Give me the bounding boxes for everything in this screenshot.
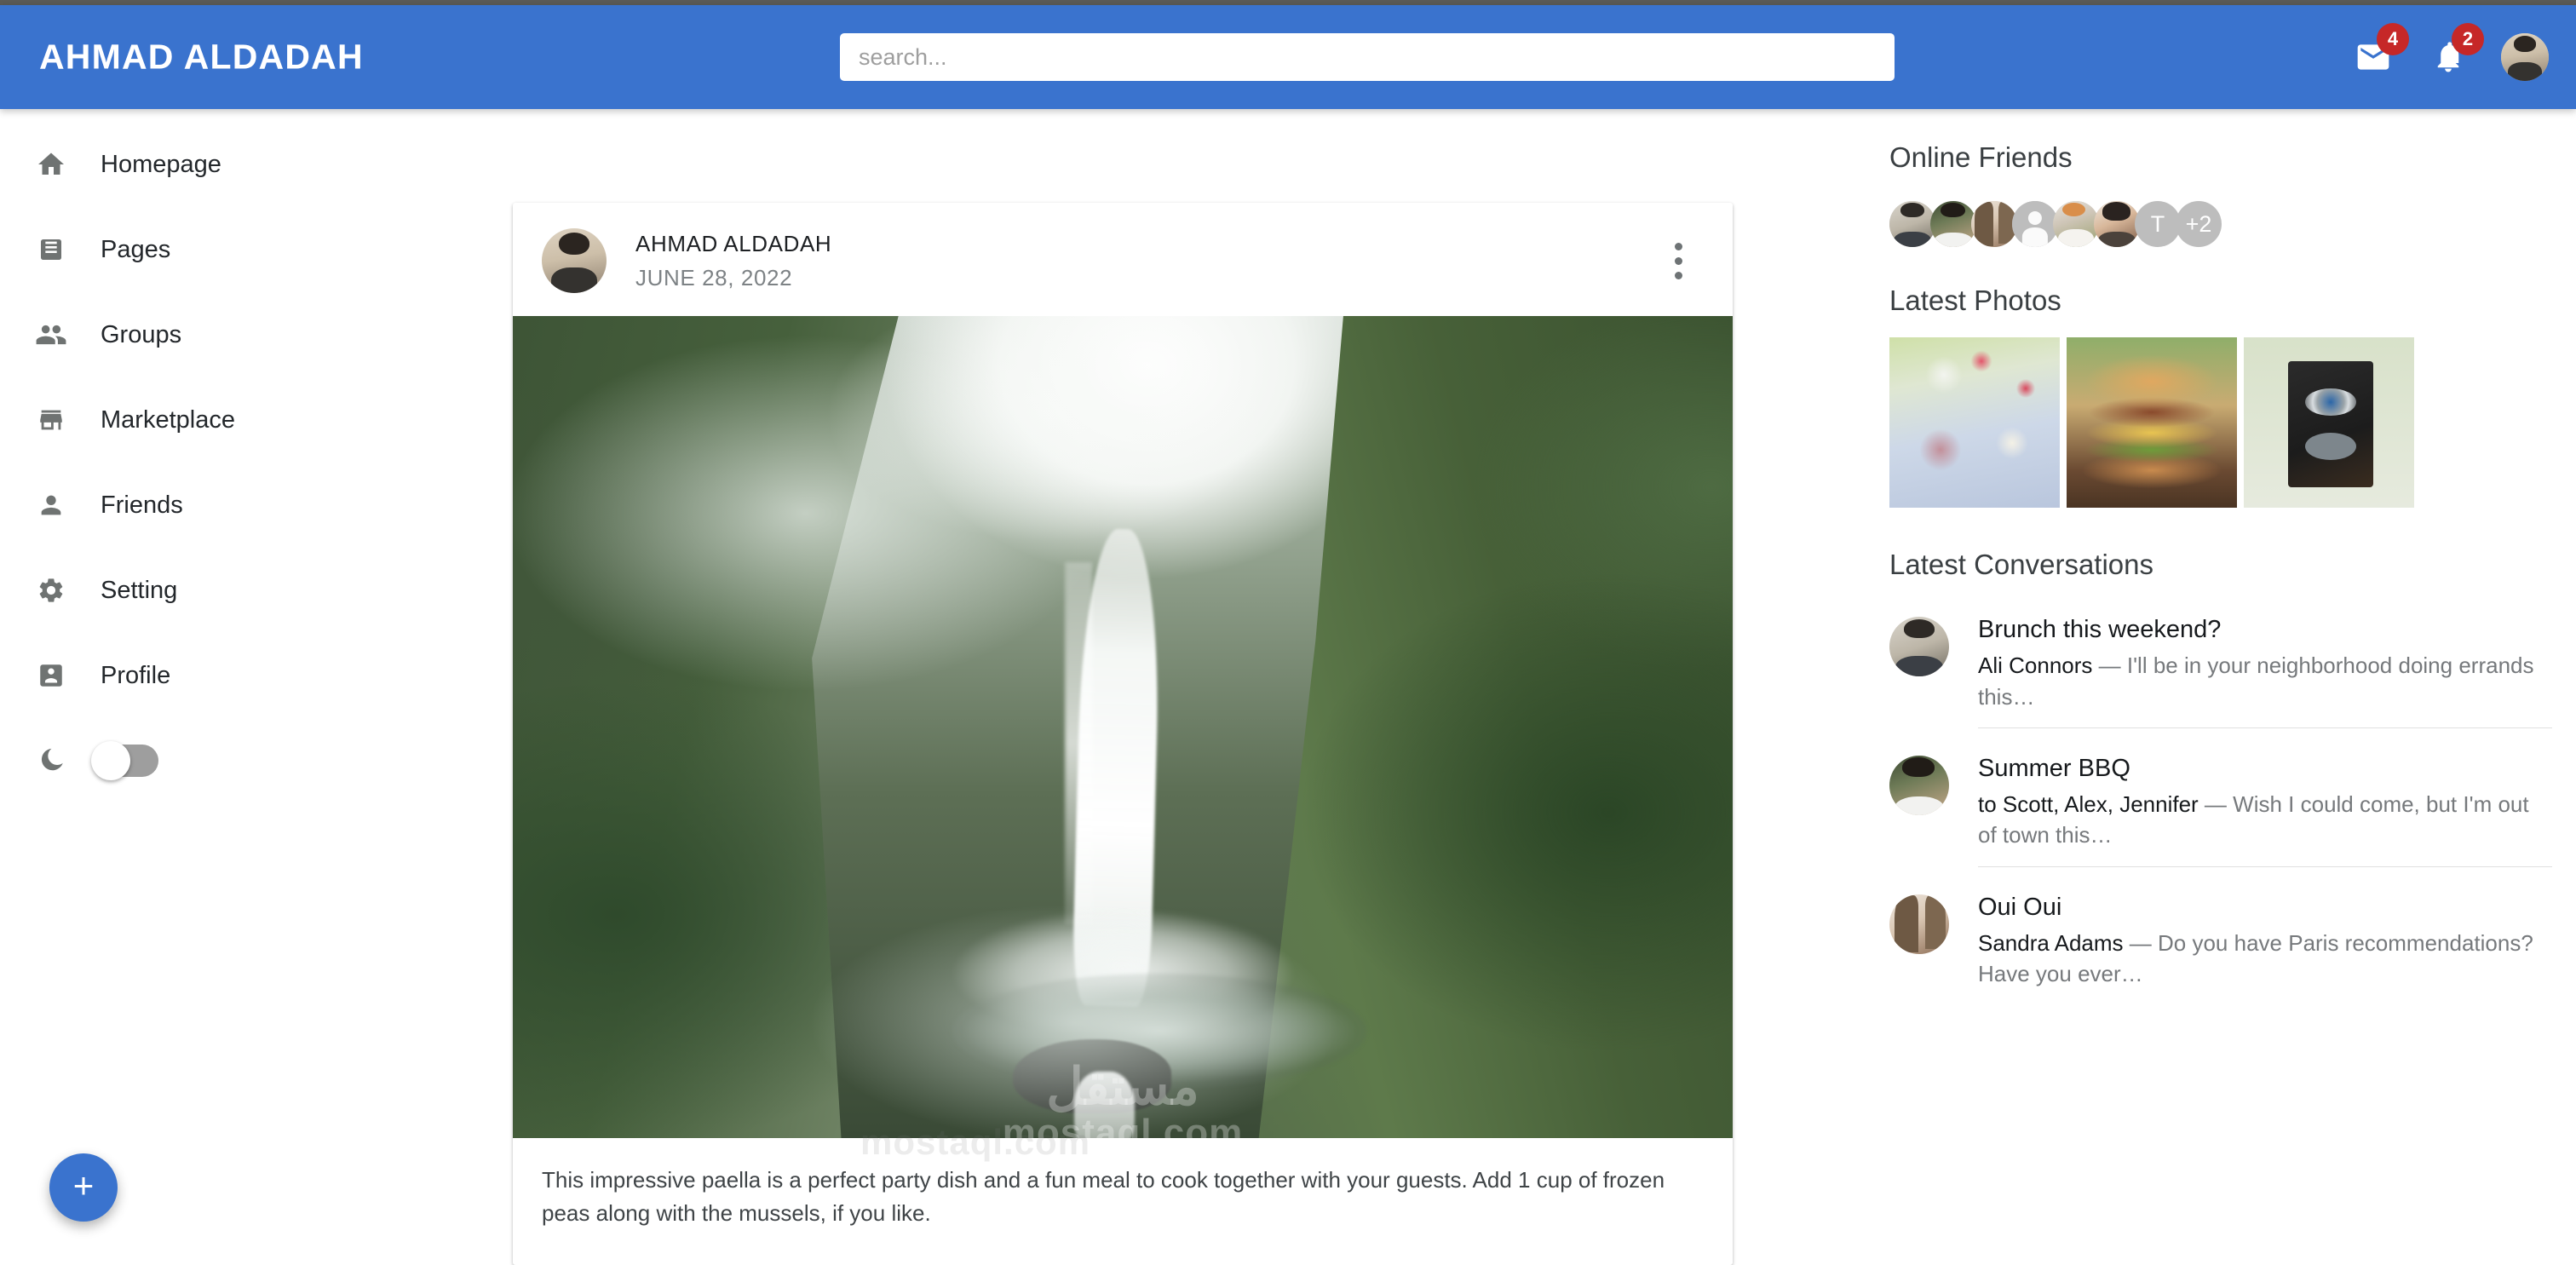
conversation-dash-1: — <box>2092 653 2126 678</box>
waterfall-mist <box>513 316 1733 1138</box>
online-friends-title: Online Friends <box>1889 141 2576 174</box>
friend-avatar-5[interactable] <box>2053 201 2099 247</box>
dark-mode-toggle[interactable] <box>95 745 158 777</box>
conversation-dash-2: — <box>2199 791 2233 817</box>
friend-avatar-3[interactable] <box>1971 201 2017 247</box>
sidebar-label-profile: Profile <box>101 662 170 690</box>
post-author-name: AHMAD ALDADAH <box>635 227 1658 261</box>
header-user-avatar[interactable] <box>2501 33 2549 81</box>
conversation-avatar-image-1 <box>1889 617 1949 676</box>
app-header: AHMAD ALDADAH 4 2 <box>0 5 2576 109</box>
conversation-item-2[interactable]: Summer BBQ to Scott, Alex, Jennifer — Wi… <box>1889 737 2576 876</box>
notifications-button[interactable]: 2 <box>2426 35 2470 79</box>
dark-mode-row <box>0 739 266 782</box>
sidebar-item-pages[interactable]: Pages <box>0 228 266 271</box>
home-icon <box>27 149 75 180</box>
conversation-avatar-3 <box>1889 894 1949 954</box>
latest-photos-list <box>1889 337 2576 508</box>
photo-tile-breakfast[interactable] <box>1889 337 2060 508</box>
post-image: مستقل mostaql.com <box>513 316 1733 1138</box>
conversation-avatar-image-3 <box>1889 894 1949 954</box>
sidebar-item-marketplace[interactable]: Marketplace <box>0 399 266 441</box>
header-actions: 4 2 <box>2351 33 2549 81</box>
friend-avatar-overflow[interactable]: +2 <box>2176 201 2222 247</box>
conversation-item-3[interactable]: Oui Oui Sandra Adams — Do you have Paris… <box>1889 876 2576 1014</box>
post-author-avatar[interactable] <box>542 228 607 293</box>
right-sidebar: Online Friends T +2 Latest Photos Latest… <box>1876 109 2576 1264</box>
conversation-item-1[interactable]: Brunch this weekend? Ali Connors — I'll … <box>1889 598 2576 737</box>
user-avatar-image <box>2501 33 2549 81</box>
groups-icon <box>27 319 75 351</box>
plus-icon: + <box>73 1168 95 1204</box>
friend-avatar-image-1 <box>1889 201 1935 247</box>
sidebar-label-marketplace: Marketplace <box>101 406 235 434</box>
search-container <box>840 33 1895 81</box>
photo-tile-burger[interactable] <box>2067 337 2237 508</box>
conversation-title-2: Summer BBQ <box>1978 752 2552 785</box>
friend-avatar-image-5 <box>2053 201 2099 247</box>
pages-icon <box>27 236 75 263</box>
person-icon <box>27 491 75 520</box>
brand-title: AHMAD ALDADAH <box>39 37 364 78</box>
sidebar-label-setting: Setting <box>101 577 177 605</box>
create-post-fab[interactable]: + <box>49 1153 118 1222</box>
post-header: AHMAD ALDADAH JUNE 28, 2022 <box>513 203 1733 316</box>
post-card: AHMAD ALDADAH JUNE 28, 2022 مستقل mostaq… <box>513 203 1733 1265</box>
friend-avatar-image-3 <box>1971 201 2017 247</box>
profile-card-icon <box>27 661 75 690</box>
sidebar-label-groups: Groups <box>101 321 181 349</box>
person-placeholder-icon <box>2012 201 2058 247</box>
conversation-avatar-2 <box>1889 756 1949 815</box>
conversation-snippet-2: to Scott, Alex, Jennifer — Wish I could … <box>1978 789 2552 851</box>
conversation-avatar-image-2 <box>1889 756 1949 815</box>
left-sidebar: Homepage Pages Groups Marketplace Friend… <box>0 109 266 1264</box>
conversation-title-3: Oui Oui <box>1978 891 2552 924</box>
conversation-text-2: Summer BBQ to Scott, Alex, Jennifer — Wi… <box>1978 752 2552 867</box>
friend-avatar-image-6 <box>2094 201 2140 247</box>
messages-badge: 4 <box>2377 23 2409 55</box>
friend-avatar-initial[interactable]: T <box>2135 201 2181 247</box>
sidebar-item-groups[interactable]: Groups <box>0 313 266 356</box>
gear-icon <box>27 576 75 605</box>
conversation-avatar-1 <box>1889 617 1949 676</box>
sidebar-item-profile[interactable]: Profile <box>0 654 266 697</box>
post-date: JUNE 28, 2022 <box>635 261 1658 295</box>
conversation-text-1: Brunch this weekend? Ali Connors — I'll … <box>1978 613 2552 728</box>
sidebar-item-setting[interactable]: Setting <box>0 569 266 612</box>
friend-avatar-1[interactable] <box>1889 201 1935 247</box>
conversation-from-2: to Scott, Alex, Jennifer <box>1978 791 2199 817</box>
friend-avatar-4-placeholder[interactable] <box>2012 201 2058 247</box>
conversation-dash-3: — <box>2124 930 2158 956</box>
search-input[interactable] <box>840 33 1895 81</box>
store-icon <box>27 405 75 434</box>
sidebar-label-pages: Pages <box>101 236 170 264</box>
conversation-title-1: Brunch this weekend? <box>1978 613 2552 647</box>
more-vertical-icon[interactable] <box>1658 231 1699 290</box>
conversation-from-3: Sandra Adams <box>1978 930 2124 956</box>
sidebar-label-friends: Friends <box>101 492 183 520</box>
sidebar-item-friends[interactable]: Friends <box>0 484 266 526</box>
post-author-avatar-image <box>542 228 607 293</box>
sidebar-label-homepage: Homepage <box>101 151 221 179</box>
online-friends-list: T +2 <box>1889 201 2576 247</box>
moon-icon <box>27 746 75 775</box>
conversations-list: Brunch this weekend? Ali Connors — I'll … <box>1876 598 2576 1014</box>
conversation-from-1: Ali Connors <box>1978 653 2092 678</box>
conversation-snippet-3: Sandra Adams — Do you have Paris recomme… <box>1978 928 2552 990</box>
post-body-text: This impressive paella is a perfect part… <box>513 1138 1733 1265</box>
latest-conversations-title: Latest Conversations <box>1889 549 2576 581</box>
photo-tile-camera[interactable] <box>2244 337 2414 508</box>
latest-photos-title: Latest Photos <box>1889 285 2576 317</box>
conversation-snippet-1: Ali Connors — I'll be in your neighborho… <box>1978 650 2552 712</box>
main-feed: AHMAD ALDADAH JUNE 28, 2022 مستقل mostaq… <box>266 109 1876 1264</box>
friend-avatar-2[interactable] <box>1930 201 1976 247</box>
notifications-badge: 2 <box>2452 23 2484 55</box>
friend-avatar-image-2 <box>1930 201 1976 247</box>
sidebar-item-homepage[interactable]: Homepage <box>0 143 266 186</box>
messages-button[interactable]: 4 <box>2351 35 2395 79</box>
friend-avatar-6[interactable] <box>2094 201 2140 247</box>
post-meta: AHMAD ALDADAH JUNE 28, 2022 <box>635 227 1658 296</box>
conversation-text-3: Oui Oui Sandra Adams — Do you have Paris… <box>1978 891 2552 1005</box>
toggle-knob <box>91 741 130 780</box>
